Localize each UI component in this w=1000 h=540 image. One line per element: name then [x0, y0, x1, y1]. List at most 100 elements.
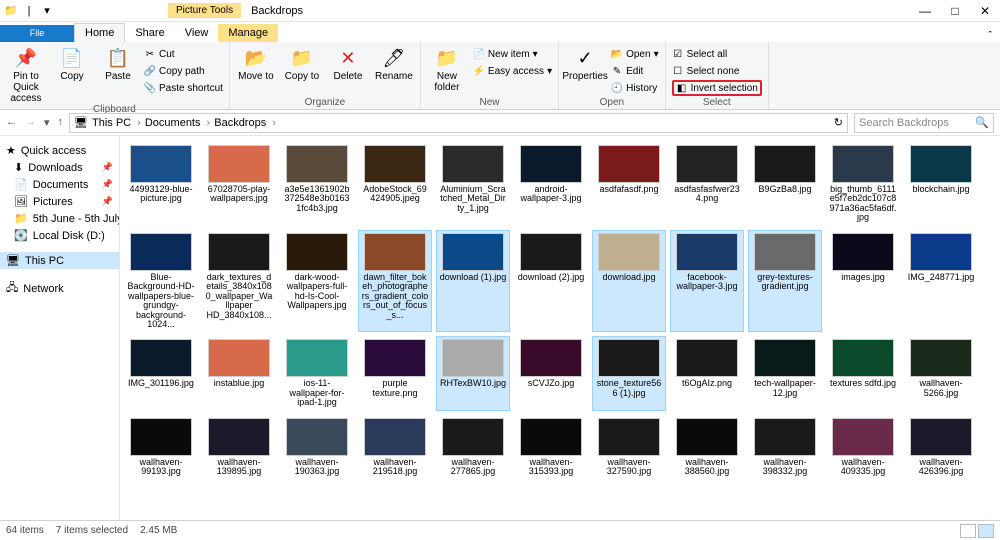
file-item[interactable]: purple texture.png: [358, 336, 432, 410]
maximize-button[interactable]: □: [940, 0, 970, 22]
file-item[interactable]: t6OgAIz.png: [670, 336, 744, 410]
breadcrumb[interactable]: 🖥 This PC Documents Backdrops ↻: [69, 113, 848, 133]
file-item[interactable]: wallhaven-5266.jpg: [904, 336, 978, 410]
file-item[interactable]: RHTexBW10.jpg: [436, 336, 510, 410]
file-item[interactable]: wallhaven-426396.jpg: [904, 415, 978, 480]
new-item-button[interactable]: 📄New item ▾: [473, 46, 552, 62]
paste-shortcut-button[interactable]: 📎Paste shortcut: [144, 80, 223, 96]
view-details-button[interactable]: [960, 524, 976, 538]
easy-access-button[interactable]: ⚡Easy access ▾: [473, 63, 552, 79]
edit-button[interactable]: ✎Edit: [611, 63, 659, 79]
file-item[interactable]: big_thumb_6111e5f7eb2dc107c8971a36ac5fa6…: [826, 142, 900, 226]
file-item[interactable]: sCVJZo.jpg: [514, 336, 588, 410]
crumb-0[interactable]: This PC: [92, 117, 141, 129]
file-item[interactable]: textures sdfd.jpg: [826, 336, 900, 410]
file-item[interactable]: tech-wallpaper-12.jpg: [748, 336, 822, 410]
file-item[interactable]: facebook-wallpaper-3.jpg: [670, 230, 744, 333]
view-thumbnails-button[interactable]: [978, 524, 994, 538]
tab-share[interactable]: Share: [125, 24, 174, 42]
qat-dropdown-icon[interactable]: ▾: [40, 4, 54, 18]
history-button[interactable]: 🕘History: [611, 80, 659, 96]
open-button[interactable]: 📂Open ▾: [611, 46, 659, 62]
invert-selection-button[interactable]: ◧Invert selection: [672, 80, 762, 96]
file-item[interactable]: grey-textures-gradient.jpg: [748, 230, 822, 333]
crumb-1[interactable]: Documents: [145, 117, 210, 129]
file-item[interactable]: dark_textures_details_3840x1080_wallpape…: [202, 230, 276, 333]
select-none-button[interactable]: ☐Select none: [672, 63, 762, 79]
tab-view[interactable]: View: [175, 24, 219, 42]
paste-shortcut-icon: 📎: [144, 82, 156, 94]
delete-button[interactable]: ✕Delete: [328, 44, 368, 82]
file-item[interactable]: Aluminium_Scratched_Metal_Dirty_1.jpg: [436, 142, 510, 226]
file-item[interactable]: Blue-Background-HD-wallpapers-blue-grund…: [124, 230, 198, 333]
back-button[interactable]: ←: [6, 116, 17, 129]
file-item[interactable]: asdfasfasfwer234.png: [670, 142, 744, 226]
file-item[interactable]: download.jpg: [592, 230, 666, 333]
file-item[interactable]: IMG_301196.jpg: [124, 336, 198, 410]
crumb-2[interactable]: Backdrops: [214, 117, 276, 129]
paste-button[interactable]: 📋Paste: [98, 44, 138, 82]
file-item[interactable]: wallhaven-409335.jpg: [826, 415, 900, 480]
file-item[interactable]: dawn_filter_bokeh_photographers_gradient…: [358, 230, 432, 333]
file-name: facebook-wallpaper-3.jpg: [673, 273, 741, 292]
tab-file[interactable]: File: [0, 25, 74, 42]
up-button[interactable]: ↑: [58, 116, 64, 129]
file-item[interactable]: B9GzBa8.jpg: [748, 142, 822, 226]
refresh-button[interactable]: ↻: [834, 116, 843, 129]
file-item[interactable]: wallhaven-99193.jpg: [124, 415, 198, 480]
file-item[interactable]: wallhaven-190363.jpg: [280, 415, 354, 480]
search-input[interactable]: Search Backdrops 🔍: [854, 113, 994, 133]
file-thumbnail: [676, 339, 738, 377]
file-item[interactable]: ios-11-wallpaper-for-ipad-1.jpg: [280, 336, 354, 410]
file-item[interactable]: android-wallpaper-3.jpg: [514, 142, 588, 226]
file-item[interactable]: a3e5e1361902b372548e3b01631fc4b3.jpg: [280, 142, 354, 226]
file-item[interactable]: stone_texture566 (1).jpg: [592, 336, 666, 410]
sidebar-item-downloads[interactable]: ⬇Downloads📌: [0, 159, 119, 176]
new-folder-button[interactable]: 📁New folder: [427, 44, 467, 93]
file-item[interactable]: wallhaven-388560.jpg: [670, 415, 744, 480]
file-item[interactable]: wallhaven-327590.jpg: [592, 415, 666, 480]
file-item[interactable]: asdfafasdf.png: [592, 142, 666, 226]
tab-home[interactable]: Home: [74, 23, 125, 42]
move-to-button[interactable]: 📂Move to: [236, 44, 276, 82]
pin-to-quick-access-button[interactable]: 📌Pin to Quick access: [6, 44, 46, 104]
copy-button[interactable]: 📄Copy: [52, 44, 92, 82]
sidebar-quick-access[interactable]: ★Quick access: [0, 142, 119, 159]
copy-to-button[interactable]: 📁Copy to: [282, 44, 322, 82]
sidebar-item-documents[interactable]: 📄Documents📌: [0, 176, 119, 193]
file-item[interactable]: IMG_248771.jpg: [904, 230, 978, 333]
sidebar-item-pictures[interactable]: 🖼Pictures📌: [0, 193, 119, 210]
recent-dropdown[interactable]: ▾: [44, 116, 50, 129]
file-item[interactable]: download (1).jpg: [436, 230, 510, 333]
rename-button[interactable]: 🖊Rename: [374, 44, 414, 82]
properties-button[interactable]: ✓Properties: [565, 44, 605, 82]
group-new-label: New: [427, 97, 552, 109]
file-item[interactable]: wallhaven-139895.jpg: [202, 415, 276, 480]
ribbon-collapse-icon[interactable]: ˆ: [980, 30, 1000, 42]
sidebar-item-folder[interactable]: 📁5th June - 5th July: [0, 210, 119, 227]
file-item[interactable]: instablue.jpg: [202, 336, 276, 410]
select-all-button[interactable]: ☑Select all: [672, 46, 762, 62]
file-item[interactable]: images.jpg: [826, 230, 900, 333]
sidebar-item-disk[interactable]: 💽Local Disk (D:): [0, 227, 119, 244]
file-item[interactable]: wallhaven-398332.jpg: [748, 415, 822, 480]
minimize-button[interactable]: —: [910, 0, 940, 22]
file-item[interactable]: 67028705-play-wallpapers.jpg: [202, 142, 276, 226]
file-item[interactable]: wallhaven-315393.jpg: [514, 415, 588, 480]
file-item[interactable]: wallhaven-219518.jpg: [358, 415, 432, 480]
cut-button[interactable]: ✂Cut: [144, 46, 223, 62]
copy-path-button[interactable]: 🔗Copy path: [144, 63, 223, 79]
file-item[interactable]: wallhaven-277865.jpg: [436, 415, 510, 480]
file-thumbnail: [442, 418, 504, 456]
tab-manage[interactable]: Manage: [218, 24, 278, 42]
file-item[interactable]: download (2).jpg: [514, 230, 588, 333]
sidebar-network[interactable]: 🖧Network: [0, 277, 119, 300]
file-item[interactable]: 44993129-blue-picture.jpg: [124, 142, 198, 226]
close-button[interactable]: ✕: [970, 0, 1000, 22]
sidebar-this-pc[interactable]: 🖥This PC: [0, 252, 119, 269]
file-item[interactable]: AdobeStock_69424905.jpeg: [358, 142, 432, 226]
forward-button[interactable]: →: [25, 116, 36, 129]
file-item[interactable]: blockchain.jpg: [904, 142, 978, 226]
file-item[interactable]: dark-wood-wallpapers-full-hd-Is-Cool-Wal…: [280, 230, 354, 333]
network-icon: 🖧: [6, 279, 18, 298]
